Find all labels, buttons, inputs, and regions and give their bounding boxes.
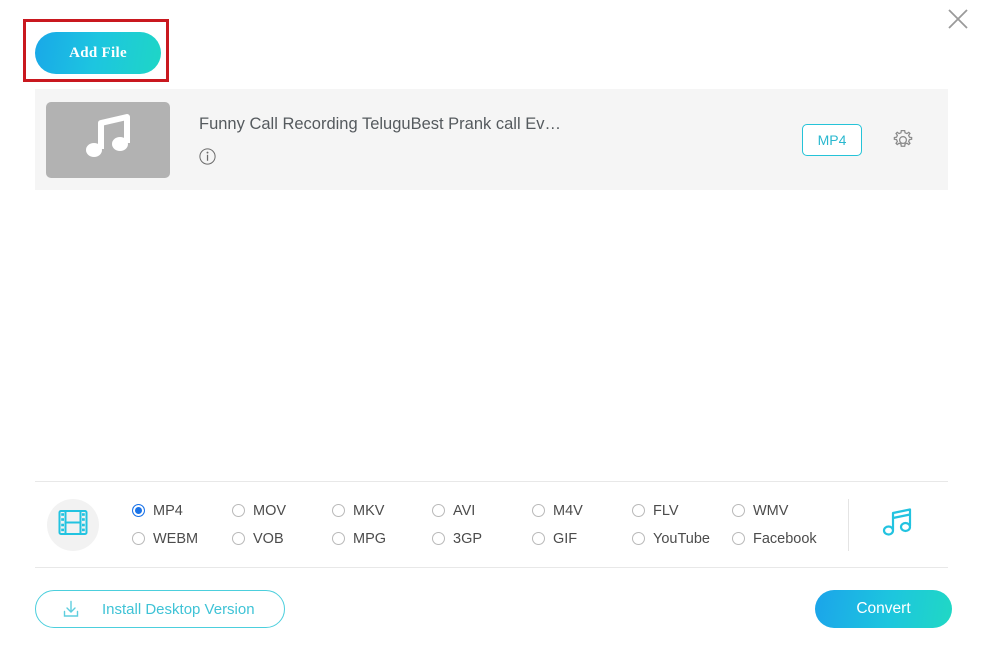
file-title: Funny Call Recording TeluguBest Prank ca… [199,115,561,133]
format-option-label: WEBM [153,530,199,547]
format-option-flv[interactable]: FLV [632,503,732,519]
format-option-gif[interactable]: GIF [532,531,632,547]
film-strip-icon [58,509,88,541]
close-button[interactable] [941,2,975,36]
convert-label: Convert [856,600,911,617]
format-option-mpg[interactable]: MPG [332,531,432,547]
file-list-item[interactable]: Funny Call Recording TeluguBest Prank ca… [35,89,948,190]
format-option-label: GIF [553,530,578,547]
radio-icon [232,532,245,545]
radio-icon [132,532,145,545]
music-note-icon [81,113,135,166]
format-option-label: MKV [353,502,385,519]
format-selector-bar: MP4 MOV MKV AVI M4V FLV WMV WEBM VOB MPG… [35,482,948,567]
file-info: Funny Call Recording TeluguBest Prank ca… [199,114,802,165]
video-tab-button[interactable] [47,498,99,551]
radio-icon [132,504,145,517]
add-file-highlight-box: Add File [23,19,169,82]
format-option-m4v[interactable]: M4V [532,503,632,519]
format-option-3gp[interactable]: 3GP [432,531,532,547]
info-icon[interactable] [199,148,216,165]
close-icon [945,6,971,32]
install-desktop-version-button[interactable]: Install Desktop Version [35,590,285,628]
format-option-label: AVI [453,502,476,519]
format-option-label: 3GP [453,530,483,547]
format-option-mkv[interactable]: MKV [332,503,432,519]
format-radio-group: MP4 MOV MKV AVI M4V FLV WMV WEBM VOB MPG… [132,497,832,553]
file-format-label: MP4 [817,131,847,148]
format-option-youtube[interactable]: YouTube [632,531,732,547]
file-settings-button[interactable] [891,128,915,152]
format-option-label: VOB [253,530,284,547]
download-icon [60,598,82,620]
radio-icon [632,504,645,517]
radio-icon [332,532,345,545]
divider-bottom [35,567,948,568]
file-format-badge[interactable]: MP4 [802,123,862,156]
add-file-button[interactable]: Add File [35,32,161,74]
radio-icon [532,504,545,517]
radio-icon [432,532,445,545]
format-option-webm[interactable]: WEBM [132,531,232,547]
format-option-label: YouTube [653,530,710,547]
gear-icon [891,129,915,156]
format-option-label: MPG [353,530,387,547]
format-option-wmv[interactable]: WMV [732,503,832,519]
radio-icon [332,504,345,517]
format-option-mov[interactable]: MOV [232,503,332,519]
audio-tab-button[interactable] [879,506,917,544]
radio-icon [632,532,645,545]
format-bar-separator [848,498,849,551]
add-file-label: Add File [69,44,127,61]
format-option-facebook[interactable]: Facebook [732,531,832,547]
music-note-icon [881,506,915,543]
format-option-label: WMV [753,502,789,519]
format-option-avi[interactable]: AVI [432,503,532,519]
convert-button[interactable]: Convert [815,590,952,628]
install-desktop-version-label: Install Desktop Version [102,600,255,618]
radio-icon [732,532,745,545]
format-option-label: FLV [653,502,679,519]
radio-icon [732,504,745,517]
radio-icon [432,504,445,517]
file-thumbnail [46,101,170,178]
format-option-mp4[interactable]: MP4 [132,503,232,519]
format-option-label: Facebook [753,530,817,547]
format-option-label: MP4 [153,502,183,519]
format-option-label: M4V [553,502,583,519]
radio-icon [532,532,545,545]
radio-icon [232,504,245,517]
format-option-vob[interactable]: VOB [232,531,332,547]
format-option-label: MOV [253,502,287,519]
